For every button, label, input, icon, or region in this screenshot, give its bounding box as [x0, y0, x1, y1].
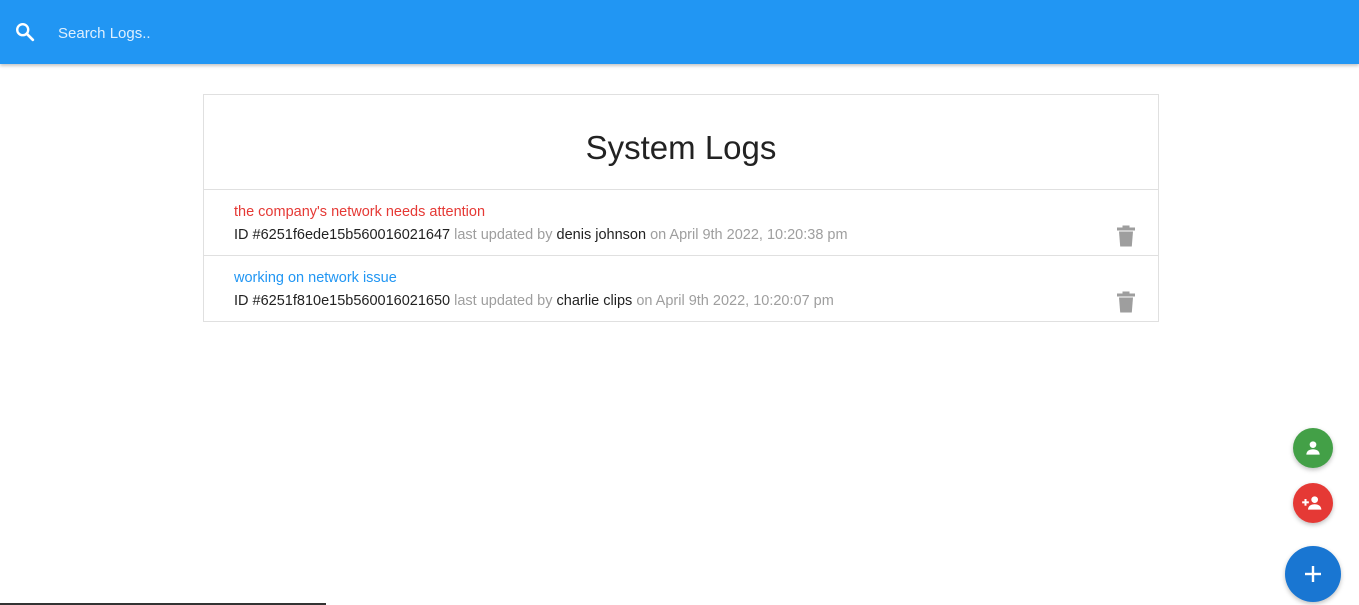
search-icon[interactable]: [14, 21, 36, 43]
log-meta: ID #6251f6ede15b560016021647 last update…: [234, 227, 848, 243]
log-id: #6251f810e15b560016021650: [252, 293, 451, 309]
add-user-fab-button[interactable]: [1293, 483, 1333, 523]
users-fab-button[interactable]: [1293, 428, 1333, 468]
add-log-fab-button[interactable]: [1285, 546, 1341, 602]
delete-icon[interactable]: [1116, 225, 1136, 247]
delete-icon[interactable]: [1116, 291, 1136, 313]
log-item: working on network issue ID #6251f810e15…: [204, 256, 1158, 322]
log-updated-by-text: last updated by: [454, 293, 553, 309]
log-id-label: ID: [234, 293, 249, 309]
log-tech-name: charlie clips: [556, 293, 633, 309]
log-message-link[interactable]: the company's network needs attention: [234, 204, 485, 220]
log-meta: ID #6251f810e15b560016021650 last update…: [234, 293, 834, 309]
log-message-link[interactable]: working on network issue: [234, 270, 397, 286]
log-tech-name: denis johnson: [556, 227, 647, 243]
person-add-icon: [1302, 496, 1322, 510]
log-date: on April 9th 2022, 10:20:38 pm: [650, 227, 848, 243]
logs-header: System Logs: [204, 95, 1158, 190]
logs-collection: System Logs the company's network needs …: [203, 94, 1159, 322]
person-icon: [1306, 441, 1320, 455]
log-item: the company's network needs attention ID…: [204, 190, 1158, 256]
page-title: System Logs: [585, 129, 777, 166]
log-id-label: ID: [234, 227, 249, 243]
top-navbar: [0, 0, 1359, 64]
plus-icon: [1305, 566, 1321, 582]
log-id: #6251f6ede15b560016021647: [252, 227, 451, 243]
log-date: on April 9th 2022, 10:20:07 pm: [636, 293, 834, 309]
log-updated-by-text: last updated by: [454, 227, 553, 243]
search-input[interactable]: [58, 20, 658, 46]
